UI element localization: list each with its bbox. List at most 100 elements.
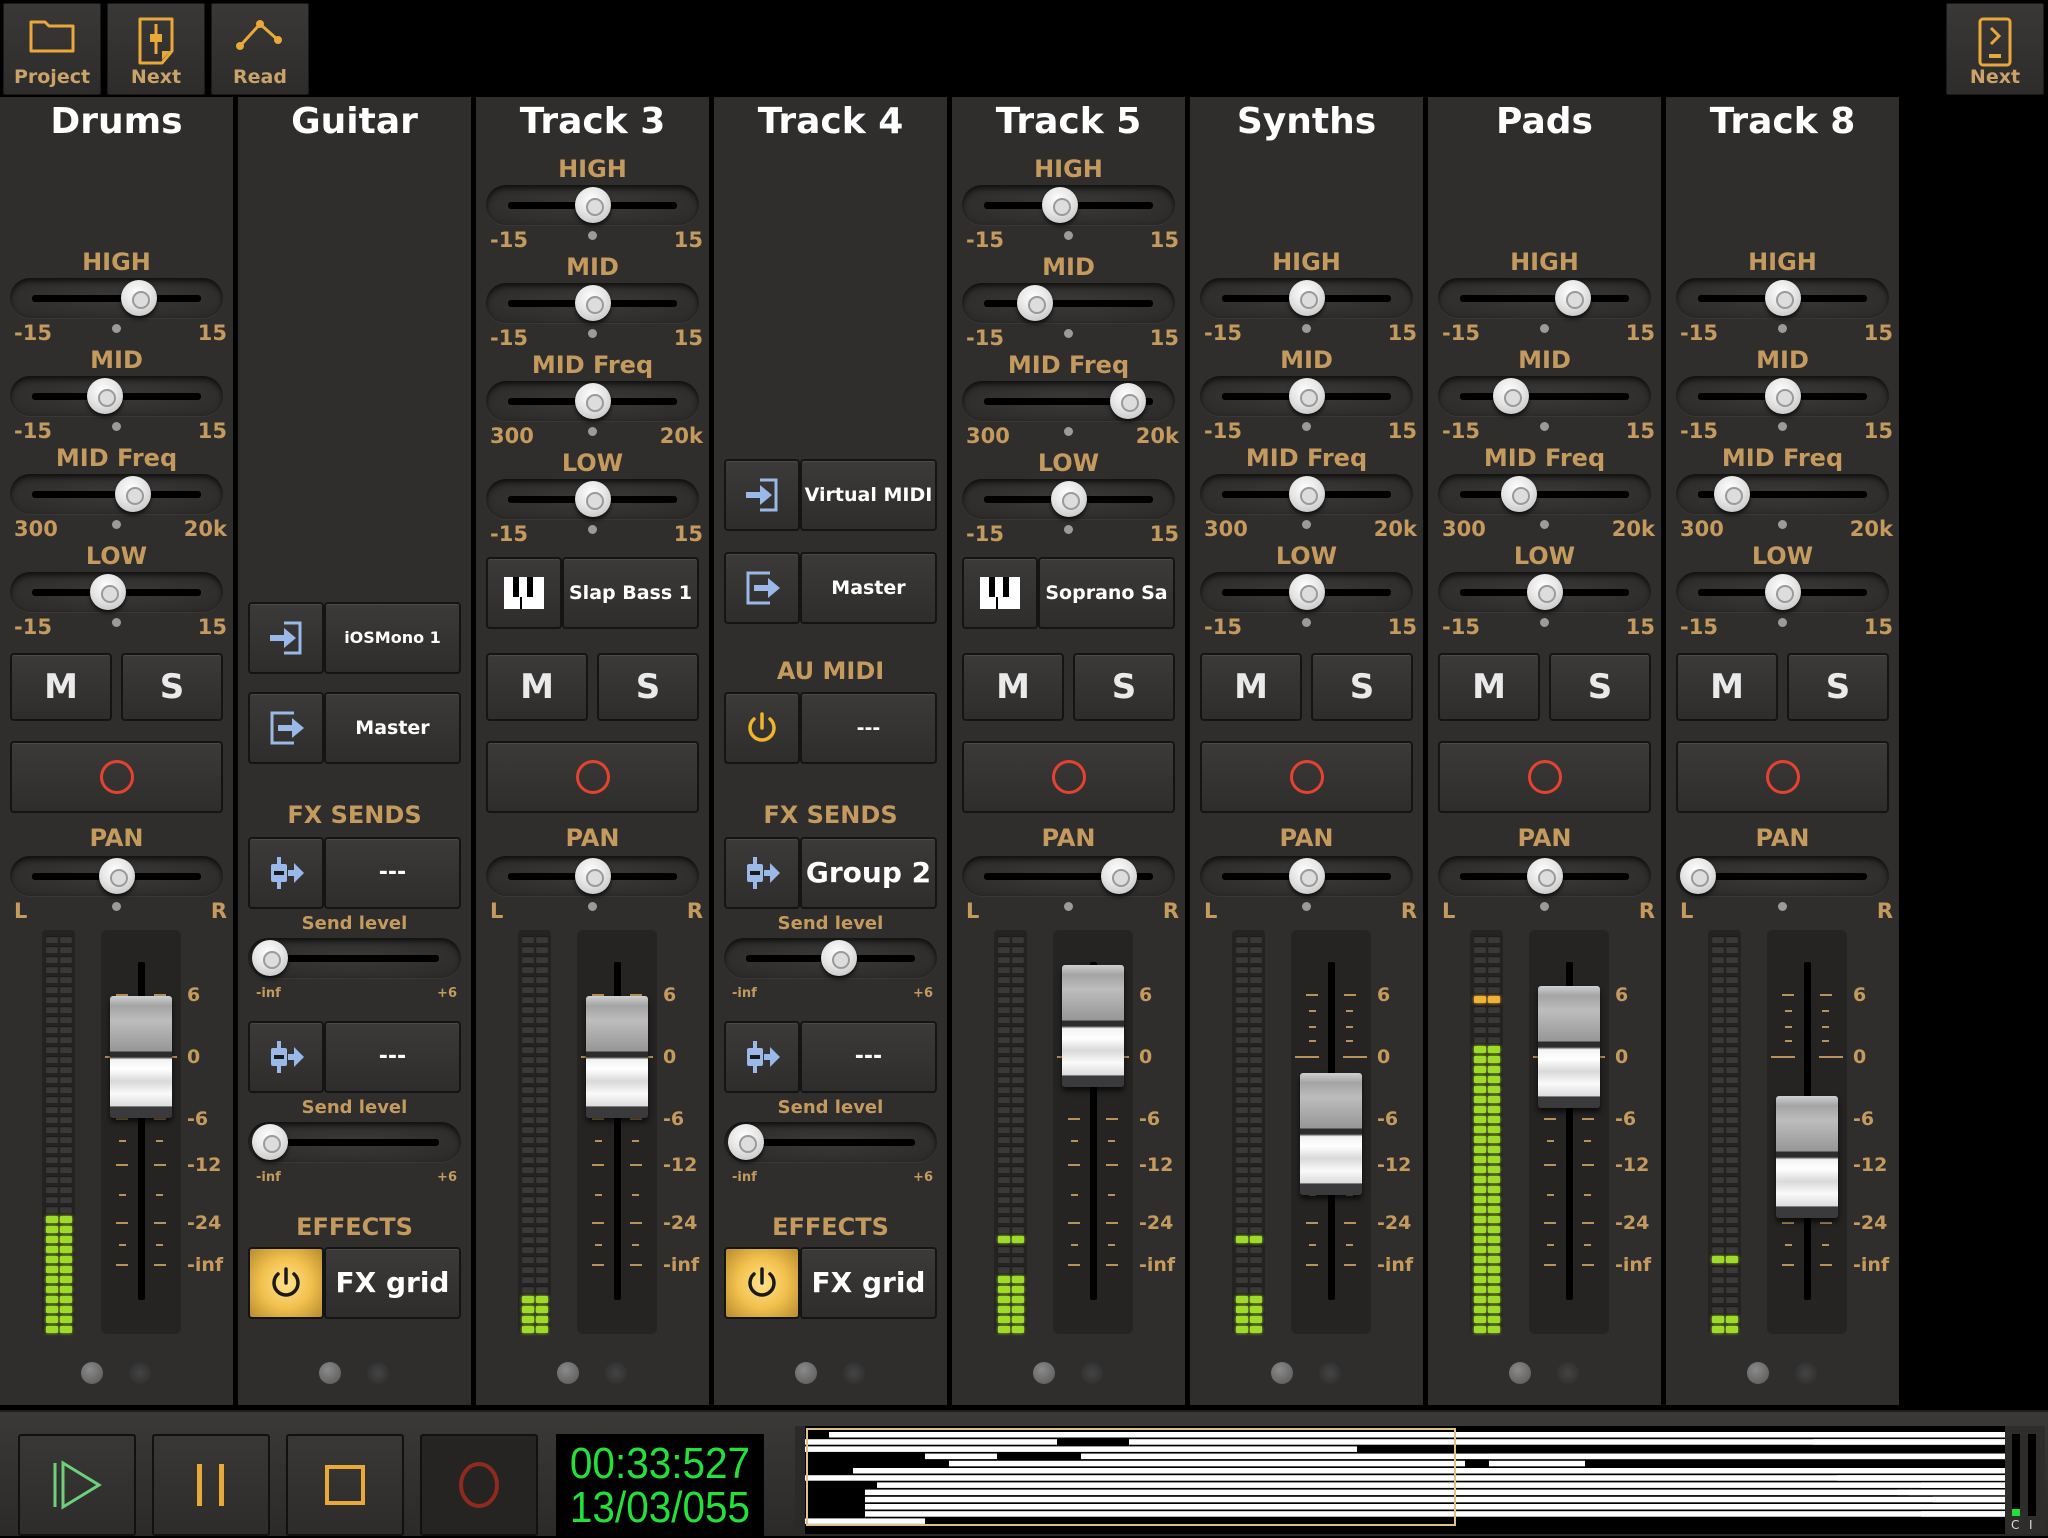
volume-fader[interactable]: [1767, 930, 1847, 1334]
region-block[interactable]: [1849, 1468, 1921, 1474]
slider-knob[interactable]: [252, 1124, 288, 1160]
eq-mid-slider[interactable]: [1676, 376, 1889, 416]
slider-knob[interactable]: [1501, 476, 1538, 512]
output-route-icon-button[interactable]: [248, 692, 324, 764]
input-monitor-indicator[interactable]: [1033, 1362, 1055, 1384]
au-midi-button[interactable]: ---: [800, 692, 937, 764]
record-arm-button[interactable]: [486, 741, 699, 813]
send-level-slider[interactable]: [724, 1122, 937, 1162]
solo-button[interactable]: S: [1311, 653, 1413, 721]
region-block[interactable]: [925, 1453, 997, 1460]
instrument-icon-button[interactable]: [962, 557, 1038, 629]
effects-power-button[interactable]: [724, 1247, 800, 1319]
fx-send-1-icon-button[interactable]: [724, 837, 800, 909]
slider-knob[interactable]: [574, 858, 611, 894]
volume-fader[interactable]: [1053, 930, 1133, 1334]
eq-mid-slider[interactable]: [1200, 376, 1413, 416]
eq-high-slider[interactable]: [962, 185, 1175, 225]
slider-knob[interactable]: [1016, 285, 1053, 321]
fader-cap[interactable]: [1300, 1073, 1362, 1196]
input-route-icon-button[interactable]: [724, 459, 800, 531]
region-block[interactable]: [865, 1489, 2005, 1496]
slider-knob[interactable]: [1764, 574, 1801, 610]
pan-slider[interactable]: [1200, 856, 1413, 896]
eq-high-slider[interactable]: [1676, 278, 1889, 318]
output-indicator[interactable]: [1557, 1362, 1579, 1384]
eq-mid-freq-slider[interactable]: [1200, 474, 1413, 514]
mute-button[interactable]: M: [10, 653, 112, 721]
region-block[interactable]: [805, 1446, 1093, 1452]
output-indicator[interactable]: [843, 1362, 865, 1384]
slider-knob[interactable]: [1288, 280, 1325, 316]
region-block[interactable]: [805, 1518, 925, 1524]
channel-name[interactable]: Synths: [1190, 97, 1423, 145]
mute-button[interactable]: M: [1200, 653, 1302, 721]
pan-slider[interactable]: [1676, 856, 1889, 896]
slider-knob[interactable]: [98, 858, 135, 894]
region-block[interactable]: [1921, 1482, 2005, 1488]
fx-send-1-icon-button[interactable]: [248, 837, 324, 909]
eq-mid-freq-slider[interactable]: [10, 474, 223, 514]
region-block[interactable]: [1489, 1453, 2005, 1460]
eq-mid-freq-slider[interactable]: [1438, 474, 1651, 514]
solo-button[interactable]: S: [1073, 653, 1175, 721]
send-level-slider[interactable]: [248, 1122, 461, 1162]
mute-button[interactable]: M: [1676, 653, 1778, 721]
pan-slider[interactable]: [10, 856, 223, 896]
eq-mid-freq-slider[interactable]: [1676, 474, 1889, 514]
play-button[interactable]: [18, 1434, 136, 1536]
region-block[interactable]: [853, 1468, 2005, 1474]
channel-name[interactable]: Pads: [1428, 97, 1661, 145]
pause-button[interactable]: [152, 1434, 270, 1536]
slider-knob[interactable]: [1050, 481, 1087, 517]
au-midi-icon-button[interactable]: [724, 692, 800, 764]
output-route-button[interactable]: Master: [324, 692, 461, 764]
channel-name[interactable]: Track 4: [714, 97, 947, 145]
channel-name[interactable]: Track 3: [476, 97, 709, 145]
output-indicator[interactable]: [367, 1362, 389, 1384]
eq-high-slider[interactable]: [1200, 278, 1413, 318]
slider-knob[interactable]: [574, 481, 611, 517]
pan-slider[interactable]: [486, 856, 699, 896]
read-button[interactable]: Read: [211, 3, 309, 95]
eq-high-slider[interactable]: [10, 278, 223, 318]
channel-name[interactable]: Track 8: [1666, 97, 1899, 145]
effects-button[interactable]: FX grid: [324, 1247, 461, 1319]
output-route-button[interactable]: Master: [800, 552, 937, 624]
mute-button[interactable]: M: [962, 653, 1064, 721]
mute-button[interactable]: M: [1438, 653, 1540, 721]
instrument-icon-button[interactable]: [486, 557, 562, 629]
slider-knob[interactable]: [1526, 858, 1563, 894]
stop-button[interactable]: [286, 1434, 404, 1536]
slider-knob[interactable]: [1526, 574, 1563, 610]
output-indicator[interactable]: [605, 1362, 627, 1384]
slider-knob[interactable]: [728, 1124, 764, 1160]
pan-slider[interactable]: [962, 856, 1175, 896]
output-indicator[interactable]: [1081, 1362, 1103, 1384]
fx-send-2-icon-button[interactable]: [724, 1021, 800, 1093]
region-block[interactable]: [865, 1496, 2005, 1503]
effects-button[interactable]: FX grid: [800, 1247, 937, 1319]
input-route-icon-button[interactable]: [248, 602, 324, 674]
slider-knob[interactable]: [1042, 187, 1079, 223]
volume-fader[interactable]: [1291, 930, 1371, 1334]
region-block[interactable]: [829, 1432, 2005, 1438]
input-monitor-indicator[interactable]: [319, 1362, 341, 1384]
solo-button[interactable]: S: [1549, 653, 1651, 721]
region-block[interactable]: [1813, 1439, 2005, 1445]
channel-name[interactable]: Guitar: [238, 97, 471, 145]
slider-knob[interactable]: [252, 940, 288, 976]
channel-name[interactable]: Drums: [0, 97, 233, 145]
region-block[interactable]: [805, 1475, 2005, 1481]
channel-name[interactable]: Track 5: [952, 97, 1185, 145]
region-block[interactable]: [805, 1439, 1057, 1445]
input-route-button[interactable]: Virtual MIDI: [800, 459, 937, 531]
slider-knob[interactable]: [1492, 378, 1529, 414]
fx-send-2-icon-button[interactable]: [248, 1021, 324, 1093]
slider-knob[interactable]: [1109, 383, 1146, 419]
region-block[interactable]: [1921, 1511, 2005, 1517]
next-mixer-button[interactable]: Next: [107, 3, 205, 95]
solo-button[interactable]: S: [1787, 653, 1889, 721]
slider-knob[interactable]: [1713, 476, 1750, 512]
eq-low-slider[interactable]: [10, 572, 223, 612]
